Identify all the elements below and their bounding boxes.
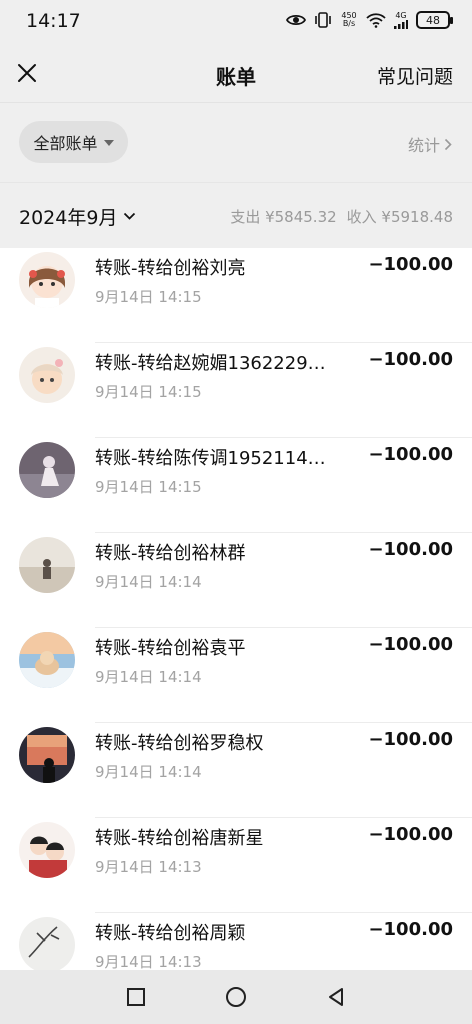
transaction-title: 转账-转给赵婉媚1362229… [95,353,326,374]
transaction-time: 9月14日 14:15 [95,288,202,306]
chevron-down-icon [124,212,136,220]
statistics-label: 统计 [407,136,440,155]
transaction-amount: −100.00 [368,824,453,845]
transaction-title: 转账-转给陈传调1952114… [95,448,326,469]
battery-icon: 48 [416,11,453,29]
wifi-icon [366,12,386,28]
avatar [19,917,75,970]
transaction-title: 转账-转给创裕林群 [95,543,246,564]
transaction-time: 9月14日 14:14 [95,573,202,591]
status-icons: 450 B/s 4G 48 [286,11,453,29]
expense-total: 支出 ¥5845.32 [230,208,337,226]
transaction-row[interactable]: 转账-转给创裕罗稳权 9月14日 14:14 −100.00 [0,723,472,818]
square-icon [127,988,145,1006]
transaction-title: 转账-转给创裕周颖 [95,923,246,944]
avatar [19,632,75,688]
transaction-row[interactable]: 转账-转给创裕林群 9月14日 14:14 −100.00 [0,533,472,628]
transaction-amount: −100.00 [368,444,453,465]
transaction-amount: −100.00 [368,539,453,560]
avatar [19,252,75,308]
avatar [19,822,75,878]
transaction-row[interactable]: 转账-转给赵婉媚1362229… 9月14日 14:15 −100.00 [0,343,472,438]
status-time: 14:17 [26,10,81,32]
vibrate-icon [314,12,332,28]
statistics-link[interactable]: 统计 [408,132,452,156]
transaction-list[interactable]: 转账-转给创裕刘亮 9月14日 14:15 −100.00 转账-转给赵婉媚13… [0,248,472,970]
cell-signal-icon: 4G [394,11,408,29]
home-button[interactable] [224,985,248,1009]
transaction-title: 转账-转给创裕罗稳权 [95,733,264,754]
transaction-amount: −100.00 [368,254,453,275]
circle-icon [226,987,246,1007]
transaction-title: 转账-转给创裕唐新星 [95,828,264,849]
month-summary: 支出 ¥5845.32 收入 ¥5918.48 [230,206,453,227]
eye-icon [286,13,306,27]
transaction-amount: −100.00 [368,919,453,940]
caret-down-icon [103,140,114,146]
bill-filter-label: 全部账单 [33,134,98,153]
avatar [19,537,75,593]
avatar [19,442,75,498]
status-bar: 14:17 450 B/s 4G 48 [0,0,472,44]
transaction-row[interactable]: 转账-转给陈传调1952114… 9月14日 14:15 −100.00 [0,438,472,533]
transaction-time: 9月14日 14:13 [95,953,202,970]
transaction-row[interactable]: 转账-转给创裕唐新星 9月14日 14:13 −100.00 [0,818,472,913]
transaction-time: 9月14日 14:14 [95,668,202,686]
bill-filter-dropdown[interactable]: 全部账单 [19,121,128,163]
transaction-title: 转账-转给创裕刘亮 [95,258,246,279]
transaction-amount: −100.00 [368,349,453,370]
transaction-title: 转账-转给创裕袁平 [95,638,246,659]
avatar [19,727,75,783]
transaction-amount: −100.00 [368,634,453,655]
filter-bar: 全部账单 统计 [0,102,472,182]
transaction-row[interactable]: 转账-转给创裕周颖 9月14日 14:13 −100.00 [0,913,472,970]
close-icon [18,64,36,82]
transaction-time: 9月14日 14:15 [95,383,202,401]
system-nav-bar [0,970,472,1024]
transaction-time: 9月14日 14:15 [95,478,202,496]
chevron-right-icon [444,138,452,150]
transaction-time: 9月14日 14:14 [95,763,202,781]
transaction-amount: −100.00 [368,729,453,750]
income-total: 收入 ¥5918.48 [346,208,453,226]
close-button[interactable] [12,58,42,88]
month-selector[interactable]: 2024年9月 [19,203,136,230]
avatar [19,347,75,403]
transaction-row[interactable]: 转账-转给创裕刘亮 9月14日 14:15 −100.00 [0,248,472,343]
back-button[interactable] [324,985,348,1009]
faq-link[interactable]: 常见问题 [377,62,453,89]
month-bar: 2024年9月 支出 ¥5845.32 收入 ¥5918.48 [0,182,472,248]
month-label: 2024年9月 [19,207,118,229]
battery-level: 48 [426,13,440,27]
recents-button[interactable] [124,985,148,1009]
transaction-row[interactable]: 转账-转给创裕袁平 9月14日 14:14 −100.00 [0,628,472,723]
nav-bar: 账单 常见问题 [0,44,472,102]
transaction-time: 9月14日 14:13 [95,858,202,876]
triangle-back-icon [329,988,343,1006]
net-speed-indicator: 450 B/s [341,11,357,28]
